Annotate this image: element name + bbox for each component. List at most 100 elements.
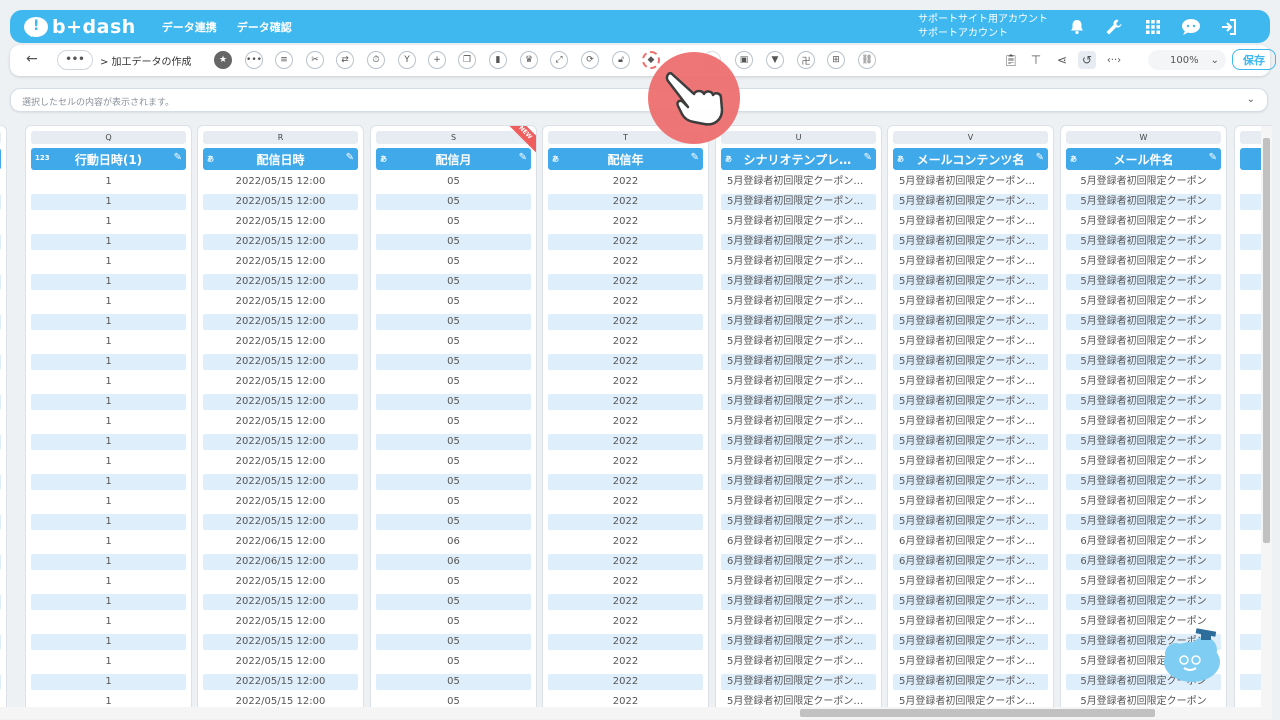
table-cell[interactable]: 5月登録者初回限定クーポンシナリオ: [721, 254, 876, 270]
bell-icon[interactable]: [1066, 16, 1088, 38]
table-cell[interactable]: 2022: [548, 554, 703, 570]
table-cell[interactable]: 05: [376, 234, 531, 250]
share-icon[interactable]: ⋖: [1053, 51, 1071, 69]
table-cell[interactable]: 5月登録者初回限定クーポンメール: [893, 474, 1048, 490]
table-cell[interactable]: 2022: [548, 454, 703, 470]
table-cell[interactable]: [0, 674, 1, 690]
table-cell[interactable]: 5月登録者初回限定クーポンメール: [893, 234, 1048, 250]
table-cell[interactable]: 2022/05/15 12:00: [203, 194, 358, 210]
swap-icon[interactable]: ⇄: [336, 51, 354, 69]
mascot-icon[interactable]: [1160, 628, 1226, 686]
table-cell[interactable]: 2022/05/15 12:00: [203, 494, 358, 510]
table-cell[interactable]: 6月登録者初回限定クーポン: [1066, 534, 1221, 550]
table-cell[interactable]: 6月登録者初回限定クーポンシナリオ: [721, 554, 876, 570]
table-cell[interactable]: 5月登録者初回限定クーポンメール: [893, 634, 1048, 650]
table-cell[interactable]: 2022: [548, 254, 703, 270]
table-cell[interactable]: 05: [376, 474, 531, 490]
table-cell[interactable]: 2022/05/15 12:00: [203, 214, 358, 230]
table-cell[interactable]: 2022/05/15 12:00: [203, 614, 358, 630]
pencil-icon[interactable]: ✎: [864, 152, 872, 163]
table-cell[interactable]: 5月登録者初回限定クーポンシナリオ: [721, 194, 876, 210]
table-cell[interactable]: 5月登録者初回限定クーポンメール: [893, 454, 1048, 470]
table-cell[interactable]: 5月登録者初回限定クーポンメール: [893, 434, 1048, 450]
table-cell[interactable]: [0, 454, 1, 470]
table-cell[interactable]: 5月登録者初回限定クーポン: [1066, 594, 1221, 610]
table-cell[interactable]: 1: [31, 534, 186, 550]
table-cell[interactable]: 1: [31, 634, 186, 650]
table-cell[interactable]: 1: [31, 454, 186, 470]
table-cell[interactable]: 2022: [548, 474, 703, 490]
chat-icon[interactable]: [1180, 16, 1202, 38]
column-header[interactable]: [0, 148, 1, 170]
table-cell[interactable]: 1: [31, 414, 186, 430]
table-cell[interactable]: 1: [31, 274, 186, 290]
horizontal-scroll-thumb[interactable]: [800, 709, 1155, 717]
table-cell[interactable]: 5月登録者初回限定クーポン: [1066, 294, 1221, 310]
column-letter[interactable]: S: [376, 131, 531, 144]
table-cell[interactable]: 06: [376, 534, 531, 550]
code-toggle-icon[interactable]: ‹··›: [1102, 51, 1126, 69]
tools-icon[interactable]: ✂: [306, 51, 324, 69]
table-cell[interactable]: [0, 394, 1, 410]
table-cell[interactable]: 2022: [548, 514, 703, 530]
trash-icon[interactable]: ▮: [489, 51, 507, 69]
table-cell[interactable]: 5月登録者初回限定クーポンシナリオ: [721, 294, 876, 310]
pencil-icon[interactable]: ✎: [174, 152, 182, 163]
table-cell[interactable]: 5月登録者初回限定クーポン: [1066, 234, 1221, 250]
table-cell[interactable]: 2022/05/15 12:00: [203, 234, 358, 250]
table-cell[interactable]: 1: [31, 254, 186, 270]
table-cell[interactable]: 05: [376, 354, 531, 370]
table-cell[interactable]: 5月登録者初回限定クーポンシナリオ: [721, 454, 876, 470]
table-cell[interactable]: [0, 474, 1, 490]
table-cell[interactable]: 2022: [548, 314, 703, 330]
table-cell[interactable]: 2022: [548, 214, 703, 230]
table-cell[interactable]: 5月登録者初回限定クーポンメール: [893, 374, 1048, 390]
lock-icon[interactable]: 🔓︎: [612, 51, 630, 69]
table-cell[interactable]: 5月登録者初回限定クーポンメール: [893, 654, 1048, 670]
table-cell[interactable]: 5月登録者初回限定クーポン: [1066, 394, 1221, 410]
hierarchy-icon[interactable]: ⊤: [1027, 51, 1045, 69]
table-cell[interactable]: 2022/05/15 12:00: [203, 414, 358, 430]
clipboard-icon[interactable]: 📋︎: [1002, 51, 1020, 69]
table-cell[interactable]: 1: [31, 374, 186, 390]
table-cell[interactable]: 2022/06/15 12:00: [203, 554, 358, 570]
table-cell[interactable]: 2022/05/15 12:00: [203, 254, 358, 270]
add-icon[interactable]: +: [428, 51, 446, 69]
table-cell[interactable]: [0, 254, 1, 270]
pencil-icon[interactable]: ✎: [1036, 152, 1044, 163]
table-cell[interactable]: 5月登録者初回限定クーポンシナリオ: [721, 654, 876, 670]
table-cell[interactable]: [0, 534, 1, 550]
table-cell[interactable]: 2022: [548, 494, 703, 510]
column-letter[interactable]: W: [1066, 131, 1221, 144]
vertical-scrollbar[interactable]: [1261, 126, 1272, 714]
logout-icon[interactable]: [1218, 16, 1240, 38]
table-cell[interactable]: 1: [31, 594, 186, 610]
cell-content-bar[interactable]: 選択したセルの内容が表示されます。 ⌄: [10, 88, 1268, 112]
table-cell[interactable]: [0, 374, 1, 390]
filter-icon[interactable]: ▼: [766, 51, 784, 69]
table-cell[interactable]: [0, 174, 1, 190]
column-header[interactable]: あ 配信月 ✎: [376, 148, 531, 170]
table-cell[interactable]: 5月登録者初回限定クーポンシナリオ: [721, 674, 876, 690]
table-cell[interactable]: [0, 554, 1, 570]
logo[interactable]: ! b+dash: [24, 16, 136, 38]
table-cell[interactable]: 5月登録者初回限定クーポン: [1066, 334, 1221, 350]
table-cell[interactable]: 05: [376, 454, 531, 470]
table-cell[interactable]: 5月登録者初回限定クーポン: [1066, 214, 1221, 230]
table-cell[interactable]: 2022/05/15 12:00: [203, 174, 358, 190]
table-cell[interactable]: 2022/05/15 12:00: [203, 594, 358, 610]
table-cell[interactable]: 2022/05/15 12:00: [203, 334, 358, 350]
column-letter[interactable]: V: [893, 131, 1048, 144]
table-cell[interactable]: 05: [376, 174, 531, 190]
table-cell[interactable]: 2022: [548, 354, 703, 370]
back-arrow-icon[interactable]: ←: [26, 51, 38, 67]
table-cell[interactable]: 1: [31, 394, 186, 410]
table-cell[interactable]: 1: [31, 314, 186, 330]
table-cell[interactable]: 1: [31, 194, 186, 210]
table-cell[interactable]: 1: [31, 614, 186, 630]
table-cell[interactable]: 1: [31, 214, 186, 230]
pencil-icon[interactable]: ✎: [691, 152, 699, 163]
table-cell[interactable]: 2022: [548, 174, 703, 190]
table-cell[interactable]: 2022: [548, 634, 703, 650]
table-cell[interactable]: 1: [31, 494, 186, 510]
